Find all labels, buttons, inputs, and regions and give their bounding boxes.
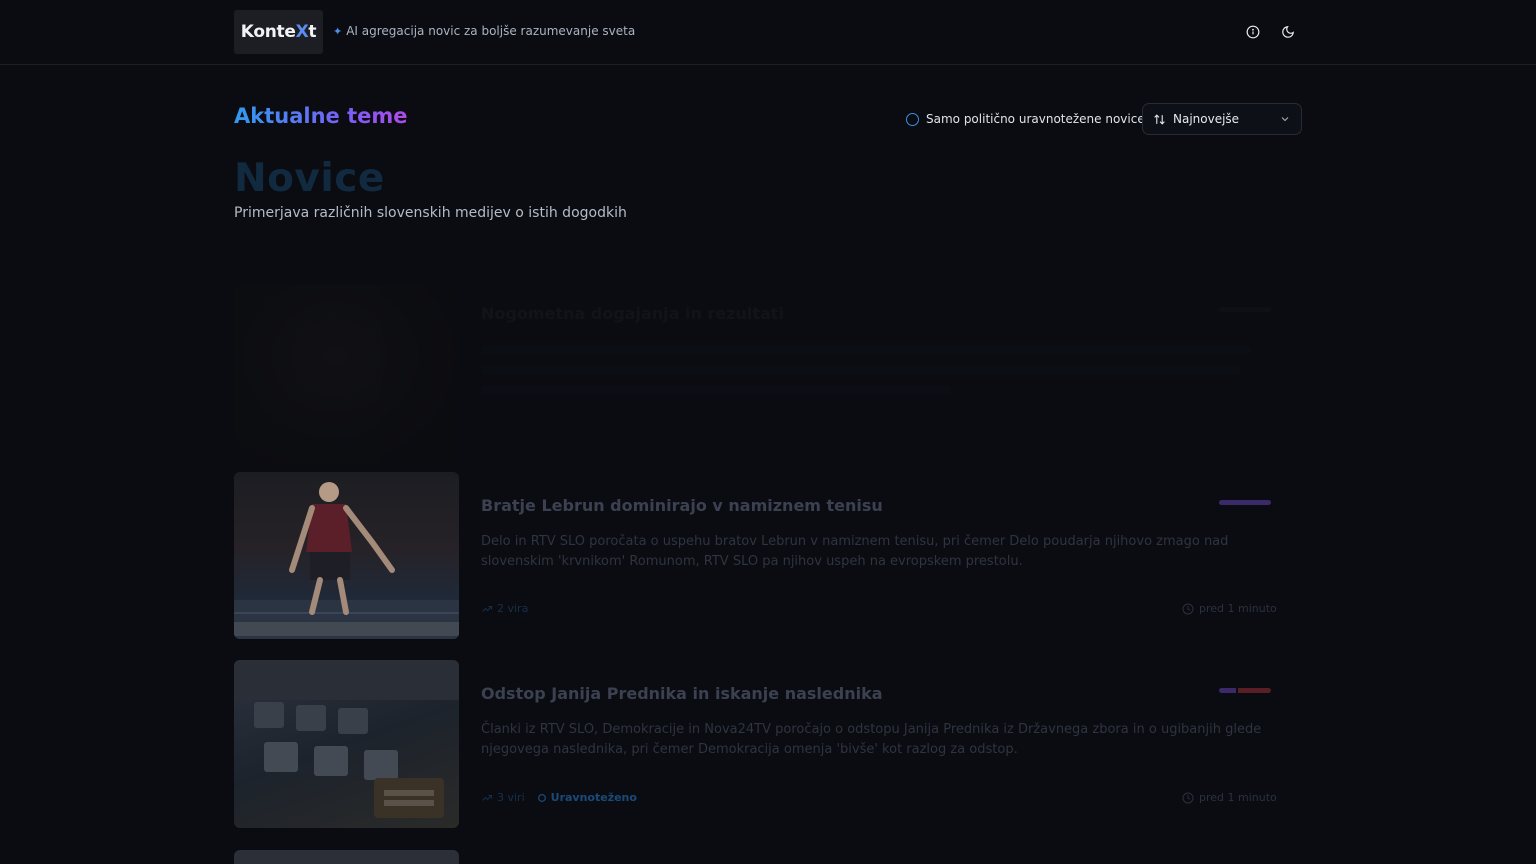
article-title: Bratje Lebrun dominirajo v namiznem teni… [481, 496, 883, 515]
player-figure-icon [234, 482, 459, 639]
sources-label: 2 vira [497, 602, 529, 615]
article-meta: 3 viri Uravnoteženo [481, 791, 637, 804]
logo[interactable]: Konte Xt [234, 10, 323, 54]
balanced-toggle-label: Samo politično uravnotežene novice [926, 112, 1145, 126]
article-card[interactable] [234, 850, 1302, 864]
article-description: Članki iz RTV SLO, Demokracije in Nova24… [481, 722, 1262, 757]
balanced-badge: Uravnoteženo [537, 791, 637, 804]
balanced-only-toggle[interactable]: Samo politično uravnotežene novice [906, 112, 1145, 126]
top-bar: Konte Xt ✦ AI agregacija novic za boljše … [0, 0, 1536, 65]
page-title: Novice [234, 156, 385, 201]
article-description [481, 340, 1271, 394]
info-icon [1246, 25, 1260, 39]
sparkle-icon: ✦ [333, 24, 343, 38]
logo-x: X [295, 22, 309, 42]
article-card[interactable]: Odstop Janija Prednika in iskanje nasled… [234, 660, 1302, 828]
article-title: Nogometna dogajanja in rezultati [481, 304, 784, 323]
tagline-text: AI agregacija novic za boljše razumevanj… [346, 24, 636, 38]
trending-icon [482, 605, 492, 612]
page-subtitle: Primerjava različnih slovenskih medijev … [234, 205, 627, 221]
sources-label: 3 viri [497, 791, 525, 804]
chevron-down-icon [1281, 117, 1289, 122]
logo-t: t [308, 22, 317, 42]
article-image [234, 850, 459, 864]
sources-count: 2 vira [481, 602, 528, 615]
sort-label: Najnovejše [1173, 112, 1240, 126]
article-image [234, 285, 459, 465]
time-label: pred 1 minuto [1199, 791, 1277, 804]
bias-bar-right [1238, 688, 1271, 693]
radio-circle-icon [906, 112, 919, 126]
bias-bar-left [1219, 688, 1236, 693]
sort-select[interactable]: Najnovejše [1142, 103, 1302, 135]
sort-arrows-icon [1154, 113, 1165, 125]
article-card[interactable]: Nogometna dogajanja in rezultati [234, 285, 1302, 465]
logo-text: Konte [240, 22, 296, 42]
clock-icon [1182, 792, 1194, 803]
bias-bar [1219, 688, 1271, 693]
time-label: pred 1 minuto [1199, 602, 1277, 615]
article-time: pred 1 minuto [1182, 602, 1277, 615]
article-image [234, 472, 459, 639]
trending-icon [482, 794, 492, 801]
moon-icon [1282, 26, 1294, 38]
info-button[interactable] [1241, 20, 1265, 44]
article-image [234, 660, 459, 828]
bias-bar [1219, 307, 1271, 312]
balance-icon [537, 793, 546, 802]
section-title: Aktualne teme [234, 104, 408, 128]
article-card[interactable]: Bratje Lebrun dominirajo v namiznem teni… [234, 472, 1302, 639]
article-title: Odstop Janija Prednika in iskanje nasled… [481, 684, 883, 703]
theme-toggle-button[interactable] [1276, 20, 1300, 44]
tagline: ✦ AI agregacija novic za boljše razumeva… [333, 24, 635, 38]
clock-icon [1182, 603, 1194, 614]
article-time: pred 1 minuto [1182, 791, 1277, 804]
parliament-seats-icon [234, 660, 459, 818]
article-description: Delo in RTV SLO poročata o uspehu bratov… [481, 534, 1229, 569]
bias-bar [1219, 500, 1271, 505]
balanced-label: Uravnoteženo [550, 791, 637, 804]
article-meta: 2 vira [481, 602, 528, 615]
sources-count: 3 viri [481, 791, 525, 804]
